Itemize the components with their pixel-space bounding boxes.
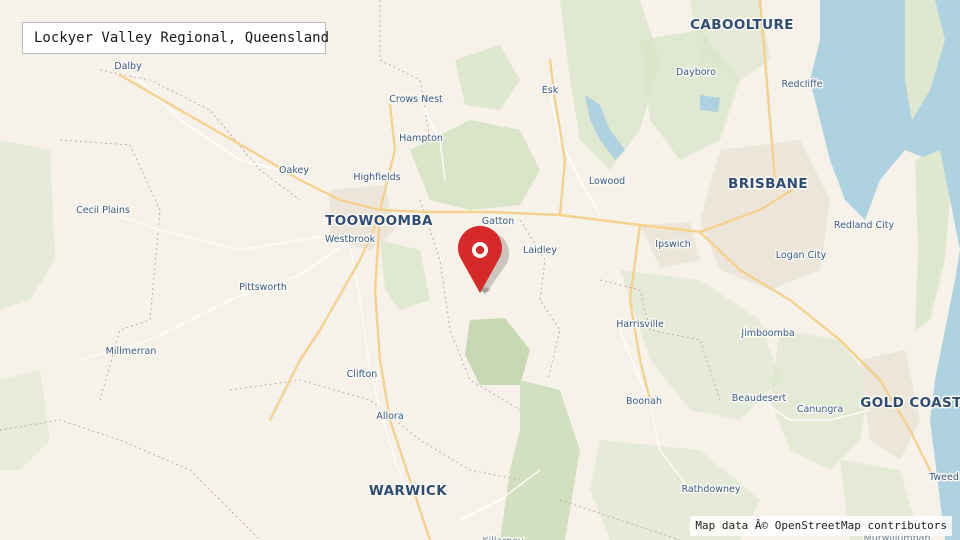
place-label-canungra: Canungra [797, 404, 843, 415]
place-label-rathdowney: Rathdowney [681, 484, 740, 495]
place-label-clifton: Clifton [347, 369, 378, 380]
place-label-pittsworth: Pittsworth [239, 282, 287, 293]
place-label-gatton: Gatton [482, 216, 514, 227]
place-label-boonah: Boonah [626, 396, 662, 407]
place-label-highfields: Highfields [353, 172, 400, 183]
place-label-millmerran: Millmerran [106, 346, 157, 357]
place-label-toowoomba: TOOWOOMBA [325, 213, 433, 229]
map-title: Lockyer Valley Regional, Queensland [22, 22, 329, 54]
place-label-cecil-plains: Cecil Plains [76, 205, 130, 216]
place-label-redland-city: Redland City [834, 220, 895, 231]
place-label-redcliffe: Redcliffe [782, 79, 823, 90]
place-label-dalby: Dalby [114, 61, 142, 72]
place-label-brisbane: BRISBANE [728, 176, 808, 192]
place-label-killarney: Killarney [482, 536, 524, 540]
place-label-hampton: Hampton [399, 133, 443, 144]
place-label-westbrook: Westbrook [325, 234, 376, 245]
place-label-lowood: Lowood [589, 176, 625, 187]
place-label-tweed: Tweed [928, 472, 959, 483]
place-label-esk: Esk [542, 85, 559, 96]
place-label-warwick: WARWICK [369, 483, 447, 499]
place-label-ipswich: Ipswich [655, 239, 690, 250]
place-label-jimboomba: Jimboomba [740, 328, 794, 339]
place-label-harrisville: Harrisville [616, 319, 664, 330]
place-label-gold-coast: GOLD COAST [860, 395, 960, 411]
place-label-caboolture: CABOOLTURE [690, 17, 794, 33]
place-label-logan-city: Logan City [776, 250, 827, 261]
place-label-allora: Allora [376, 411, 403, 422]
place-label-beaudesert: Beaudesert [732, 393, 787, 404]
place-label-oakey: Oakey [279, 165, 309, 176]
map-attribution: Map data Â© OpenStreetMap contributors [690, 516, 952, 536]
place-label-dayboro: Dayboro [676, 67, 716, 78]
place-label-crows-nest: Crows Nest [389, 94, 443, 105]
map-canvas[interactable]: CABOOLTURE Dalby Dayboro Redcliffe Crows Nes… [0, 0, 960, 540]
place-label-laidley: Laidley [523, 245, 557, 256]
